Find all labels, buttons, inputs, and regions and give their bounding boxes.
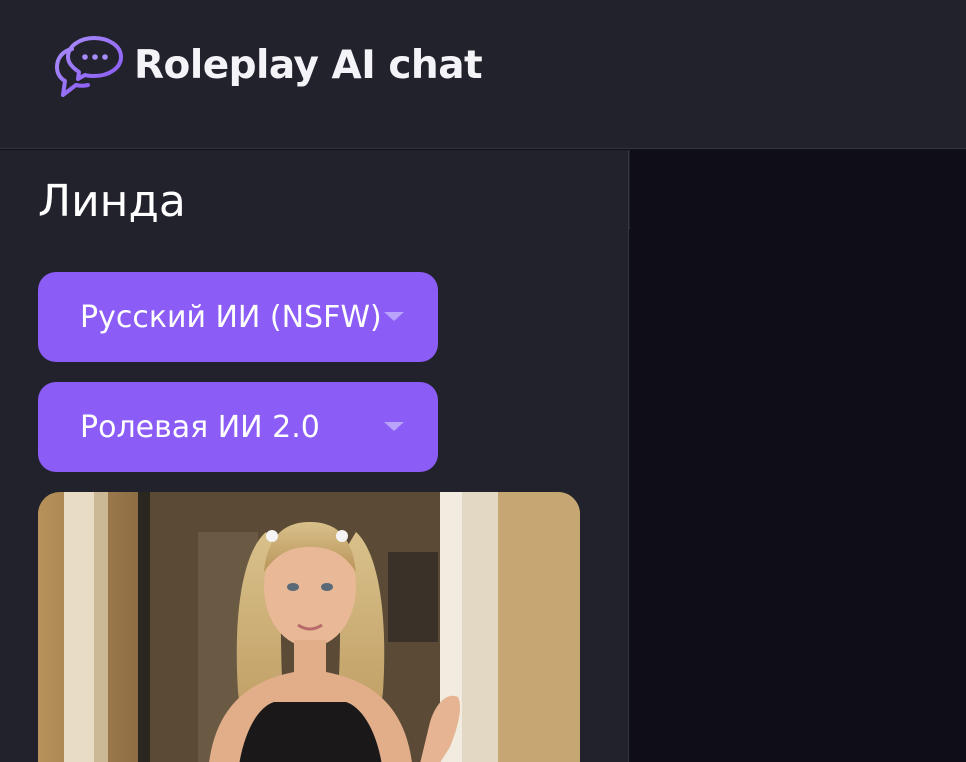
model-select[interactable]: Ролевая ИИ 2.0 (38, 382, 438, 472)
language-select[interactable]: Русский ИИ (NSFW) (38, 272, 438, 362)
language-select-value: Русский ИИ (NSFW) (80, 299, 382, 335)
chevron-down-icon (384, 422, 404, 431)
chat-bubbles-icon (55, 36, 123, 97)
app-header: Roleplay AI chat (0, 0, 966, 149)
portrait-image (38, 492, 580, 762)
character-sidebar: Линда Русский ИИ (NSFW) Ролевая ИИ 2.0 (0, 150, 629, 762)
model-select-value: Ролевая ИИ 2.0 (80, 409, 320, 445)
character-name: Линда (38, 176, 186, 227)
app-title: Roleplay AI chat (134, 43, 483, 88)
character-portrait (38, 492, 580, 762)
chat-area (630, 150, 966, 762)
chevron-down-icon (384, 312, 404, 321)
